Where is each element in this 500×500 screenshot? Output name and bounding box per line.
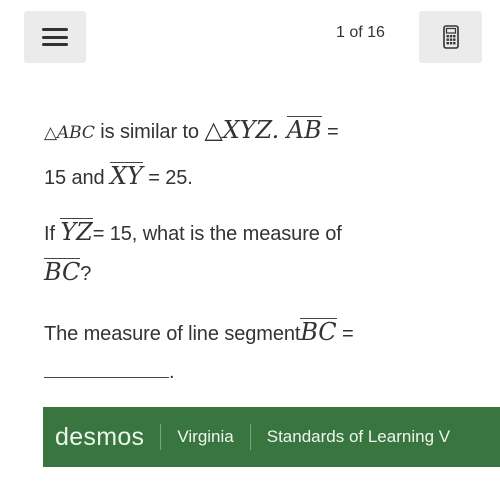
math-period: . bbox=[271, 116, 287, 144]
question-text: = 25. bbox=[142, 167, 193, 189]
footer-program: Standards of Learning V bbox=[266, 427, 451, 446]
question-text: If bbox=[44, 223, 61, 245]
question-text: = 15, what is the measure of bbox=[92, 223, 342, 245]
calculator-button[interactable] bbox=[419, 11, 482, 63]
answer-prompt-text: The measure of line segment bbox=[44, 323, 301, 345]
segment-bc: BC bbox=[44, 258, 81, 286]
segment-xy: XY bbox=[110, 162, 143, 190]
equals-sign: = bbox=[336, 323, 354, 345]
question-mark: ? bbox=[80, 263, 92, 285]
question-line-3: If YZ= 15, what is the measure of bbox=[44, 218, 342, 246]
question-line-4: BC? bbox=[44, 258, 91, 286]
triangle-abc: △ABC bbox=[44, 123, 95, 143]
answer-blank-line: . bbox=[44, 360, 175, 384]
page-counter: 1 of 16 bbox=[336, 24, 385, 41]
segment-bc: BC bbox=[300, 318, 337, 346]
desmos-footer-banner: desmos Virginia Standards of Learning V bbox=[43, 407, 500, 467]
menu-button[interactable] bbox=[24, 11, 86, 63]
answer-line: The measure of line segmentBC = bbox=[44, 318, 354, 346]
footer-state: Virginia bbox=[177, 427, 234, 446]
question-line-1: △ABC is similar to △XYZ. AB = bbox=[44, 116, 339, 144]
equals-sign: = bbox=[321, 121, 339, 143]
question-line-2: 15 and XY = 25. bbox=[44, 162, 193, 190]
top-bar: 1 of 16 bbox=[0, 0, 500, 70]
period: . bbox=[169, 361, 175, 383]
divider bbox=[160, 424, 162, 450]
answer-blank[interactable] bbox=[44, 360, 169, 378]
triangle-xyz: △XYZ bbox=[204, 116, 272, 144]
question-text: 15 and bbox=[44, 167, 111, 189]
hamburger-menu-icon bbox=[42, 28, 68, 46]
desmos-logo: desmos bbox=[55, 422, 145, 451]
calculator-icon bbox=[442, 25, 459, 49]
question-text: is similar to bbox=[94, 121, 205, 143]
segment-yz: YZ bbox=[60, 218, 93, 246]
divider bbox=[249, 424, 251, 450]
segment-ab: AB bbox=[286, 116, 322, 144]
